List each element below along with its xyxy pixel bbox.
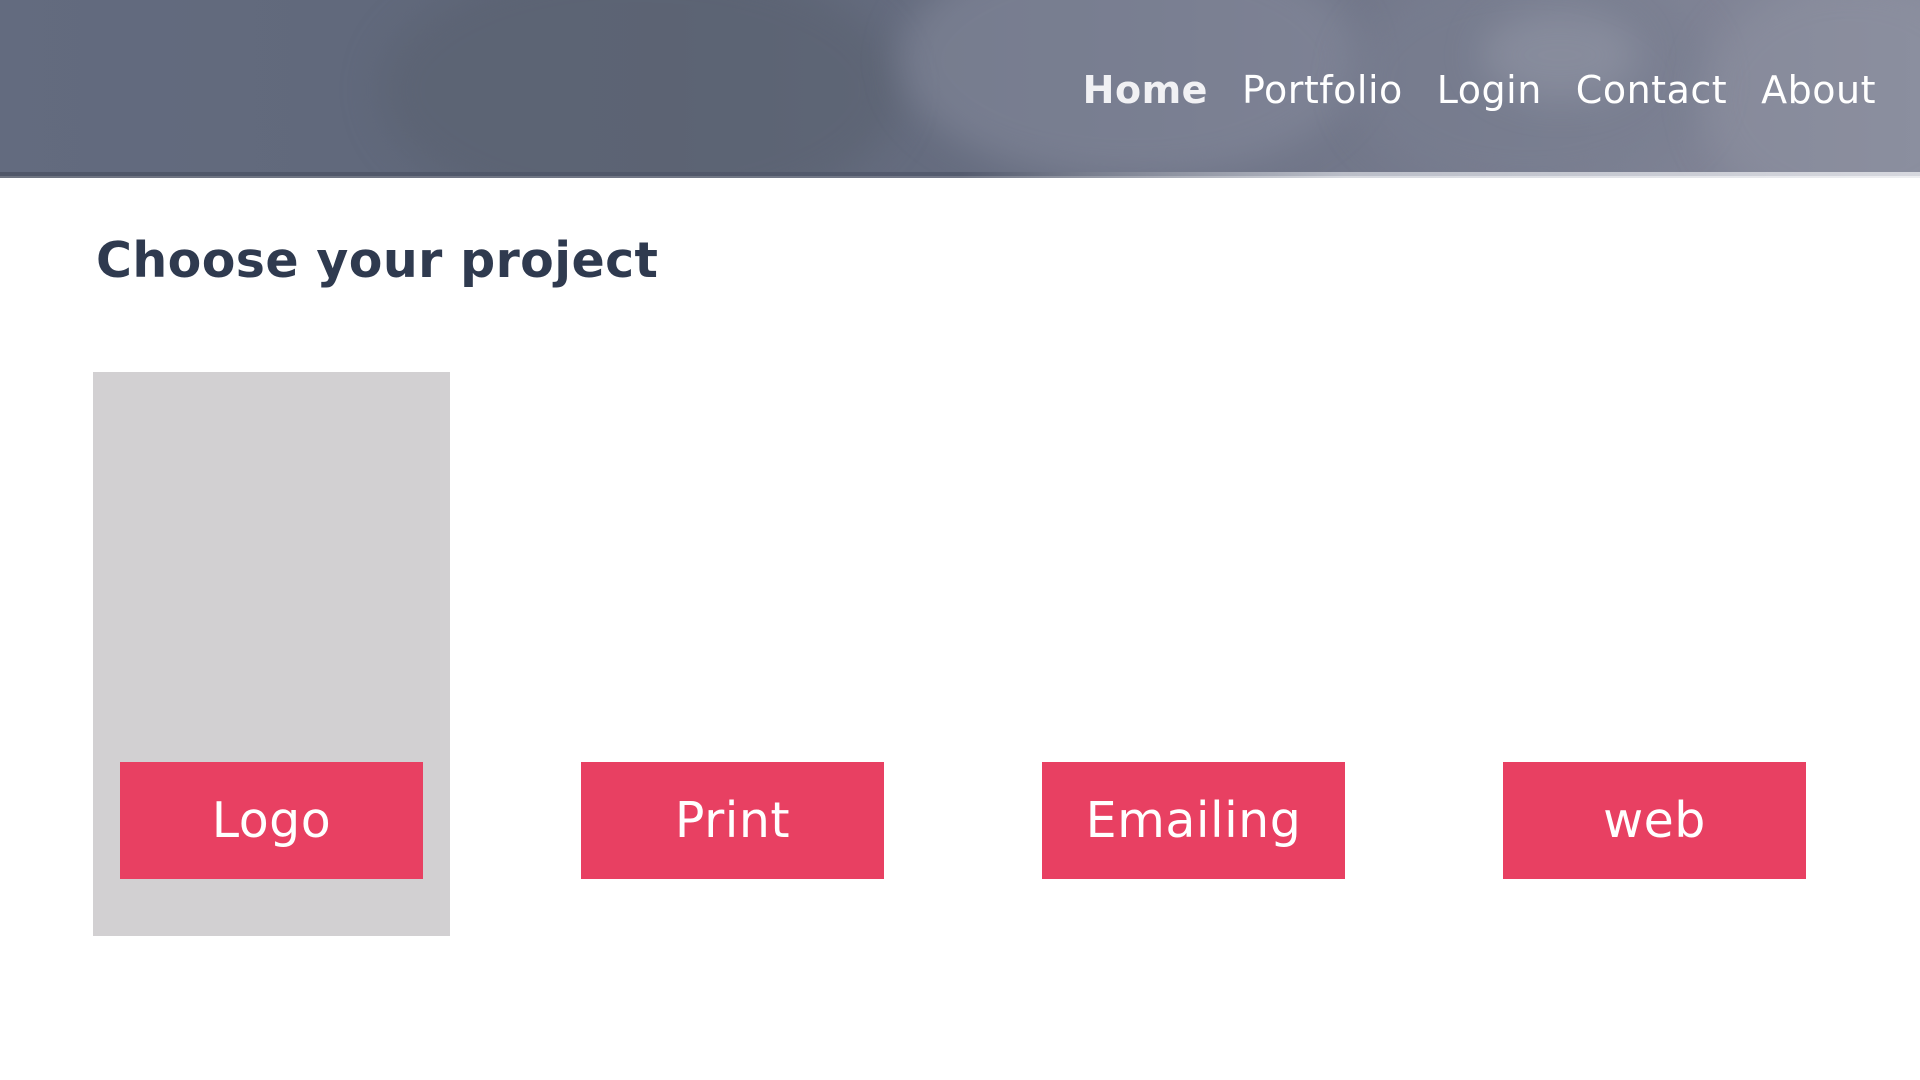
nav-link-login[interactable]: Login [1437,68,1542,112]
nav-link-portfolio[interactable]: Portfolio [1242,68,1403,112]
hero-header: Home Portfolio Login Contact About [0,0,1920,176]
project-button-emailing[interactable]: Emailing [1042,762,1345,879]
nav-link-about[interactable]: About [1761,68,1876,112]
page-title: Choose your project [96,232,659,289]
nav-link-home[interactable]: Home [1083,68,1208,112]
project-button-web[interactable]: web [1503,762,1806,879]
nav-link-contact[interactable]: Contact [1576,68,1727,112]
header-background-image [380,0,900,176]
main-navigation: Home Portfolio Login Contact About [1083,68,1876,112]
project-button-logo[interactable]: Logo [120,762,423,879]
project-button-print[interactable]: Print [581,762,884,879]
header-divider [0,172,1920,178]
